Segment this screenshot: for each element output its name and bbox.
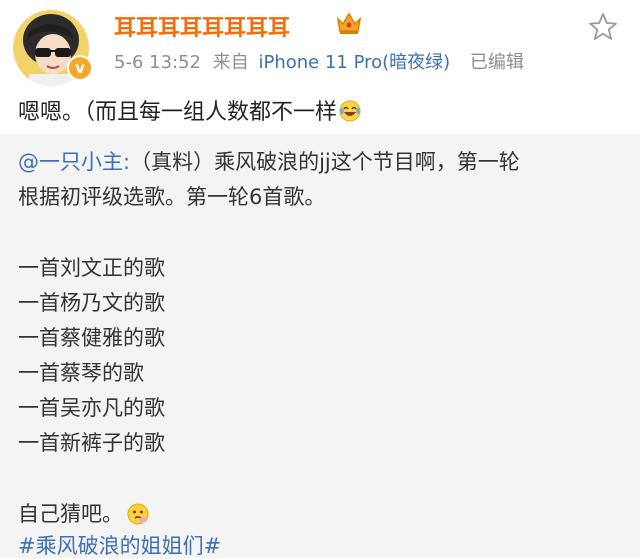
repost-card[interactable]: @一只小主:（真料）乘风破浪的jj这个节目啊，第一轮 根据初评级选歌。第一轮6首… [0, 134, 640, 558]
post-text: 嗯嗯。（而且每一组人数都不一样 [18, 94, 361, 126]
hashtag-link[interactable]: #乘风破浪的姐姐们# [18, 530, 221, 560]
repost-line-2: 根据初评级选歌。第一轮6首歌。 [18, 185, 326, 209]
mention-link[interactable]: @一只小主: [18, 150, 130, 174]
post-meta: 5-6 13:52 来自 iPhone 11 Pro(暗夜绿) 已编辑 [114, 48, 524, 74]
thinking-emoji-icon [127, 503, 149, 525]
song-item: 一首蔡琴的歌 [18, 361, 144, 385]
source-prefix: 来自 [212, 52, 249, 73]
closing-text: 自己猜吧。 [18, 502, 123, 526]
song-item: 一首刘文正的歌 [18, 256, 165, 280]
crown-vip-icon[interactable] [336, 11, 362, 35]
song-item: 一首杨乃文的歌 [18, 291, 165, 315]
timestamp: 5-6 13:52 [114, 52, 201, 73]
edited-label[interactable]: 已编辑 [470, 52, 524, 73]
laugh-cry-emoji-icon [339, 100, 361, 122]
verified-badge-icon: v [67, 55, 93, 81]
post-header: v 耳耳耳耳耳耳耳耳 5-6 13:52 来自 iPhone 11 Pro(暗夜… [0, 0, 640, 88]
closing-line: 自己猜吧。 [18, 498, 149, 528]
song-item: 一首蔡健雅的歌 [18, 326, 165, 350]
post-body: 嗯嗯。（而且每一组人数都不一样 [18, 100, 338, 125]
song-item: 一首吴亦凡的歌 [18, 396, 165, 420]
user-name[interactable]: 耳耳耳耳耳耳耳耳 [114, 10, 290, 42]
device-link[interactable]: iPhone 11 Pro(暗夜绿) [258, 52, 450, 73]
song-item: 一首新裤子的歌 [18, 431, 165, 455]
repost-line-1: @一只小主:（真料）乘风破浪的jj这个节目啊，第一轮 [18, 146, 520, 176]
repost-line-1-text: （真料）乘风破浪的jj这个节目啊，第一轮 [130, 150, 520, 174]
favorite-star-icon[interactable] [588, 12, 618, 42]
